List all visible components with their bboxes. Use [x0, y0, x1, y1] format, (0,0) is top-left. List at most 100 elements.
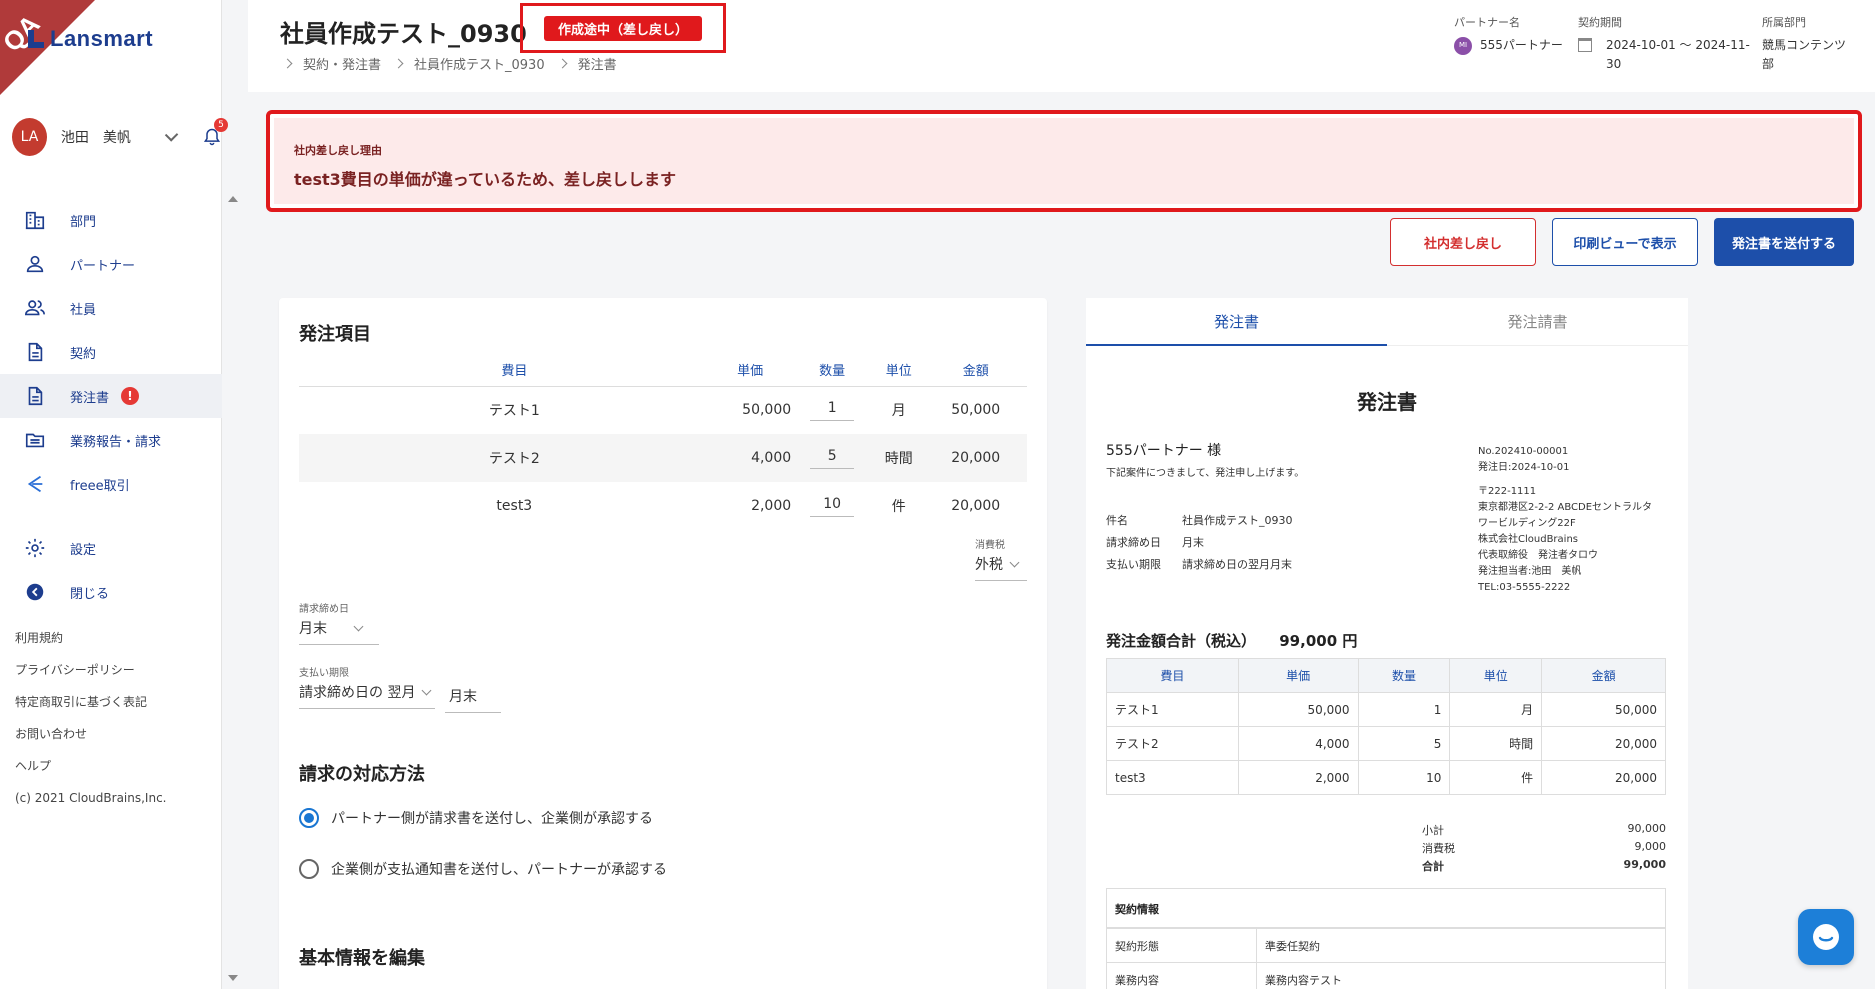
quantity-input[interactable]: 5	[810, 448, 855, 469]
page-header: 社員作成テスト_0930 作成途中（差し戻し） 契約・発注書 社員作成テスト_0…	[248, 0, 1875, 92]
column-header: 金額	[924, 354, 1027, 387]
sidebar-item-departments[interactable]: 部門	[0, 198, 222, 242]
amount-cell: 20,000	[924, 434, 1027, 482]
sidebar-item-freee[interactable]: freee取引	[0, 462, 222, 506]
department-meta: 所属部門 競馬コンテンツ 部	[1762, 14, 1846, 74]
reason-label: 社内差し戻し理由	[294, 144, 382, 157]
unit-cell: 件	[1449, 760, 1543, 795]
sidebar: QA Lansmart LA 池田 美帆 5 部門 パートナー 社員 契約 発注…	[0, 0, 238, 989]
quantity-input[interactable]: 1	[810, 400, 855, 421]
unit-cell: 時間	[1449, 726, 1543, 761]
table-row: test3 2,000 10 件 20,000	[1106, 760, 1666, 795]
chevron-down-icon[interactable]	[164, 128, 179, 142]
issuer-info: No.202410-00001 発注日:2024-10-01 〒222-1111…	[1478, 444, 1652, 596]
contract-value: 準委任契約	[1256, 928, 1666, 963]
breadcrumb: 契約・発注書 社員作成テスト_0930 発注書	[282, 54, 631, 73]
chat-icon	[1813, 924, 1839, 950]
notification-badge: 5	[214, 118, 228, 132]
person-icon	[24, 253, 46, 275]
closing-day-select[interactable]: 月末	[299, 618, 379, 645]
department-value-cont: 部	[1762, 57, 1775, 71]
period-value-cont: 30	[1606, 57, 1622, 71]
chevron-right-icon	[282, 58, 293, 69]
table-row: テスト2 4,000 5 時間 20,000	[1106, 726, 1666, 761]
scroll-down-arrow-icon[interactable]	[228, 975, 238, 981]
folder-icon	[24, 429, 46, 451]
column-header: 金額	[1541, 658, 1666, 693]
logo[interactable]: Lansmart	[26, 26, 153, 52]
contract-info-table: 契約形態 準委任契約 業務内容 業務内容テスト	[1106, 928, 1666, 989]
radio-button[interactable]	[299, 808, 319, 828]
calendar-icon	[1578, 38, 1592, 52]
status-highlight: 作成途中（差し戻し）	[520, 3, 726, 53]
sidebar-item-partners[interactable]: パートナー	[0, 242, 222, 286]
gear-icon	[24, 537, 46, 559]
field-label: 請求締め日	[1106, 536, 1161, 549]
price-cell: 2,000	[751, 498, 792, 514]
sidebar-item-close[interactable]: 閉じる	[0, 570, 222, 614]
subtotal-label: 小計	[1422, 824, 1444, 837]
tax-select[interactable]: 外税	[975, 554, 1027, 581]
closing-day-label: 請求締め日	[299, 604, 349, 615]
help-link[interactable]: ヘルプ	[15, 750, 167, 782]
user-name: 池田 美帆	[60, 130, 131, 146]
sidebar-item-label: 契約	[70, 346, 97, 362]
partner-meta: パートナー名 MI 555パートナー	[1454, 14, 1563, 55]
contract-value: 業務内容テスト	[1256, 962, 1666, 989]
chevron-right-icon	[393, 58, 404, 69]
scroll-up-arrow-icon[interactable]	[228, 196, 238, 202]
terms-link[interactable]: 利用規約	[15, 622, 167, 654]
document-title: 発注書	[1357, 390, 1417, 414]
table-row: テスト2 4,000 5 時間 20,000	[299, 434, 1027, 482]
privacy-link[interactable]: プライバシーポリシー	[15, 654, 167, 686]
print-view-button[interactable]: 印刷ビューで表示	[1552, 218, 1698, 266]
tax-label: 消費税	[1422, 842, 1455, 855]
payment-month-select[interactable]: 請求締め日の 翌月	[299, 682, 435, 709]
payment-day-select[interactable]: 月末	[445, 686, 501, 713]
total-amount: 99,000 円	[1279, 632, 1358, 650]
qty-cell: 10	[1357, 760, 1451, 795]
internal-reject-button[interactable]: 社内差し戻し	[1390, 218, 1536, 266]
page-title: 社員作成テスト_0930	[280, 20, 527, 48]
unit-cell: 月	[1449, 692, 1543, 727]
quantity-input[interactable]: 10	[810, 496, 855, 517]
sidebar-item-contracts[interactable]: 契約	[0, 330, 222, 374]
chevron-down-icon	[422, 685, 432, 696]
company-name: 株式会社CloudBrains	[1478, 534, 1578, 545]
bell-icon[interactable]: 5	[202, 118, 228, 148]
contract-label: 業務内容	[1106, 962, 1257, 989]
send-order-button[interactable]: 発注書を送付する	[1714, 218, 1854, 266]
intro-text: 下記案件につきまして、発注申し上げます。	[1106, 468, 1305, 479]
commerce-law-link[interactable]: 特定商取引に基づく表記	[15, 686, 167, 718]
sidebar-item-reports[interactable]: 業務報告・請求	[0, 418, 222, 462]
user-menu[interactable]: LA 池田 美帆 5	[12, 117, 228, 157]
order-number: No.202410-00001	[1478, 446, 1569, 457]
sidebar-item-employees[interactable]: 社員	[0, 286, 222, 330]
avatar[interactable]: LA	[12, 118, 47, 156]
sidebar-item-purchase-orders[interactable]: 発注書 !	[0, 374, 222, 418]
amount-cell: 20,000	[951, 498, 1001, 514]
chevron-right-icon	[557, 58, 568, 69]
chat-support-button[interactable]	[1798, 909, 1854, 965]
document-icon	[24, 385, 46, 407]
contact-link[interactable]: お問い合わせ	[15, 718, 167, 750]
order-items-card: 発注項目 費目 単価 数量 単位 金額 テスト1 50,000 1 月 50,0…	[279, 298, 1047, 989]
breadcrumb-item[interactable]: 契約・発注書	[303, 54, 381, 73]
department-value: 競馬コンテンツ	[1762, 38, 1847, 52]
sidebar-item-settings[interactable]: 設定	[0, 526, 222, 570]
sidebar-item-label: 設定	[70, 542, 97, 558]
billing-option-company[interactable]: 企業側が支払通知書を送付し、パートナーが承認する	[299, 859, 667, 879]
tab-purchase-order[interactable]: 発注書	[1086, 298, 1387, 346]
address-line: 東京都港区2-2-2 ABCDEセントラルタ	[1478, 502, 1653, 513]
amount-cell: 50,000	[951, 402, 1001, 419]
price-cell: 50,000	[742, 402, 792, 419]
sidebar-item-label: 社員	[70, 302, 97, 318]
breadcrumb-item: 発注書	[577, 58, 617, 73]
breadcrumb-item[interactable]: 社員作成テスト_0930	[414, 54, 545, 73]
billing-option-partner[interactable]: パートナー側が請求書を送付し、企業側が承認する	[299, 808, 653, 828]
logo-text: Lansmart	[50, 26, 154, 51]
item-cell: テスト1	[488, 403, 540, 420]
radio-button[interactable]	[299, 859, 319, 879]
tab-order-acceptance[interactable]: 発注請書	[1387, 298, 1688, 346]
people-icon	[24, 297, 46, 319]
